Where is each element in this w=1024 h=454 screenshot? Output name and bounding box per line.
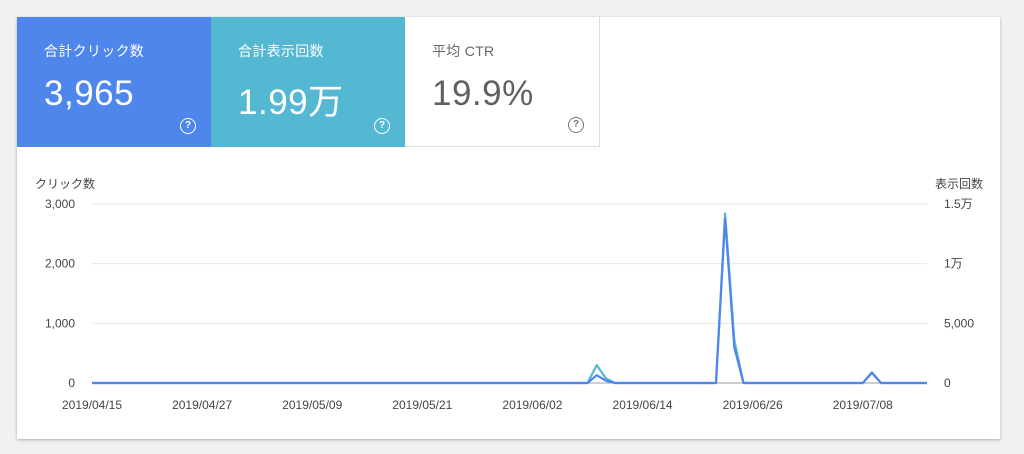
y-left-tick-label: 2,000	[45, 257, 75, 271]
y-right-tick-label: 5,000	[944, 316, 974, 330]
x-tick-label: 2019/06/14	[613, 398, 673, 412]
x-tick-label: 2019/05/21	[392, 398, 452, 412]
y-right-tick-label: 0	[944, 376, 951, 390]
x-tick-label: 2019/07/08	[833, 398, 893, 412]
series-line	[92, 212, 927, 385]
y-left-tick-label: 0	[68, 376, 75, 390]
x-tick-label: 2019/05/09	[282, 398, 342, 412]
x-tick-label: 2019/06/02	[502, 398, 562, 412]
left-axis-title: クリック数	[35, 176, 95, 191]
series-line	[92, 217, 927, 385]
right-axis-title: 表示回数	[935, 176, 983, 191]
y-right-tick-label: 1.5万	[944, 197, 973, 211]
x-tick-label: 2019/04/15	[62, 398, 122, 412]
performance-chart[interactable]: クリック数 表示回数 3,000 1.5万 2,000 1万 1,000 5,000 0 0 2…	[17, 17, 1000, 439]
x-tick-label: 2019/06/26	[723, 398, 783, 412]
y-left-tick-label: 1,000	[45, 316, 75, 330]
performance-card: 合計クリック数 3,965 ? 合計表示回数 1.99万 ? 平均 CTR 19…	[17, 17, 1000, 439]
x-tick-label: 2019/04/27	[172, 398, 232, 412]
y-left-tick-label: 3,000	[45, 197, 75, 211]
y-right-tick-label: 1万	[944, 257, 963, 271]
